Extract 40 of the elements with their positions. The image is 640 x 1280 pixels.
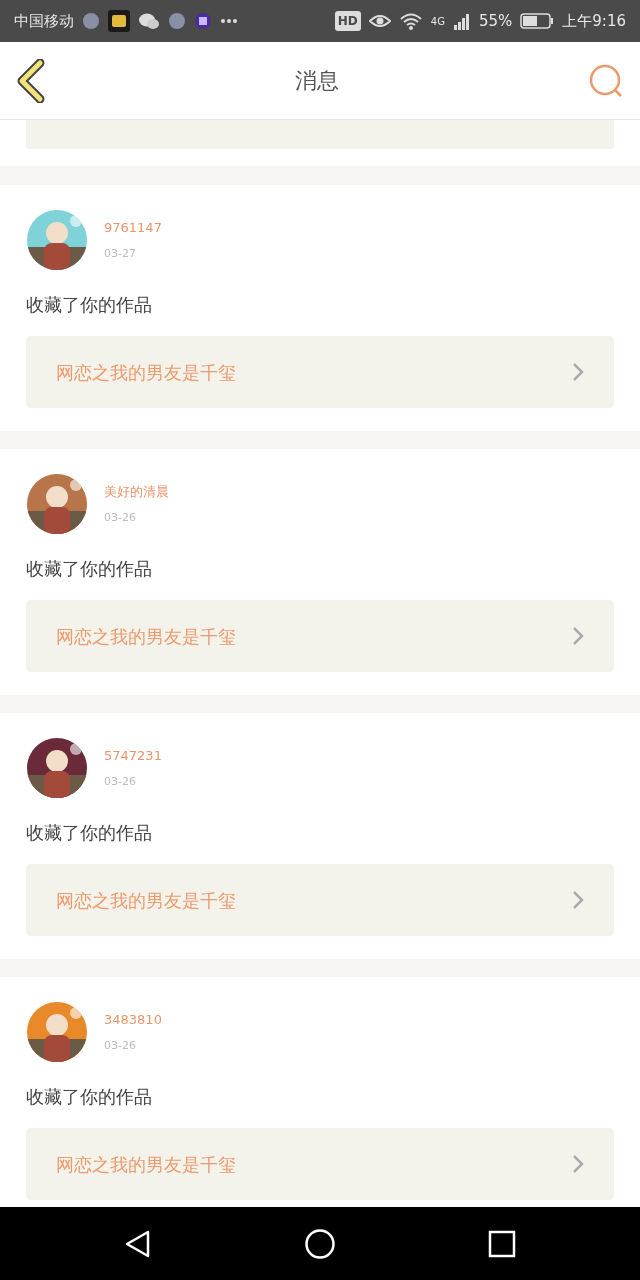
message-date: 03-26 [104,1037,137,1054]
more-icon [220,18,238,24]
user-name: 5747231 [104,747,162,765]
work-link[interactable]: 网恋之我的男友是千玺 [26,336,614,408]
user-name: 3483810 [104,1011,162,1029]
back-icon[interactable] [16,58,46,103]
carrier-name: 中国移动 [14,10,74,32]
message-text: 收藏了你的作品 [26,1085,153,1109]
hd-indicator: HD [334,11,361,31]
battery-icon [520,13,555,29]
eye-icon [368,13,391,29]
signal-icon [452,12,471,30]
network-type: 4G [430,14,445,29]
back-icon[interactable] [124,1228,152,1259]
recent-apps-icon[interactable] [488,1229,516,1258]
home-icon[interactable] [304,1227,336,1260]
message-date: 03-26 [104,509,137,526]
wifi-icon [398,12,423,30]
chevron-right-icon [572,1154,584,1174]
message-text: 收藏了你的作品 [26,557,153,581]
clock: 上午9:16 [562,10,626,32]
message-date: 03-26 [104,773,137,790]
message-text: 收藏了你的作品 [26,293,153,317]
message-date: 03-27 [104,245,137,262]
work-link[interactable]: 网恋之我的男友是千玺 [26,600,614,672]
app-icon [82,12,100,30]
chevron-right-icon [572,362,584,382]
app-icon [168,12,186,30]
battery-level: 55% [478,10,513,32]
chat-icon [138,12,160,30]
app-icon [108,10,130,32]
chevron-right-icon [572,626,584,646]
app-icon [194,12,212,30]
user-name: 美好的清晨 [104,483,169,501]
user-name: 9761147 [104,219,162,237]
work-link[interactable]: 网恋之我的男友是千玺 [26,864,614,936]
page-title: 消息 [295,67,339,95]
work-link[interactable]: 网恋之我的男友是千玺 [26,1128,614,1200]
chevron-right-icon [572,890,584,910]
message-text: 收藏了你的作品 [26,821,153,845]
